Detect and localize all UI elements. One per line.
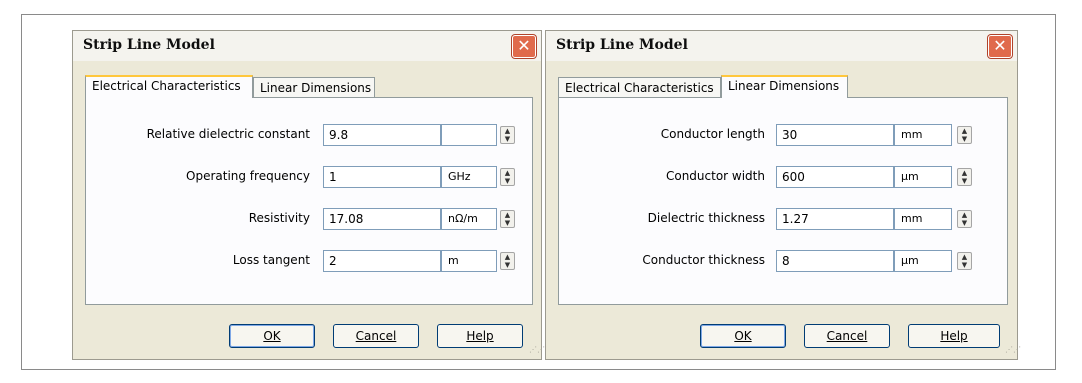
field-row: Conductor length 30 mm ▲ ▼ <box>559 124 1007 146</box>
ok-button[interactable]: OK <box>700 324 786 348</box>
tab-electrical-characteristics[interactable]: Electrical Characteristics <box>558 77 721 97</box>
field-row: Operating frequency 1 GHz ▲ ▼ <box>86 166 532 188</box>
conductor-width-input[interactable]: 600 <box>776 166 894 188</box>
unit-select[interactable]: mm <box>894 208 952 230</box>
loss-tangent-input[interactable]: 2 <box>323 250 441 272</box>
conductor-thickness-input[interactable]: 8 <box>776 250 894 272</box>
spinner-icon[interactable]: ▲ ▼ <box>957 168 972 186</box>
field-row: Relative dielectric constant 9.8 ▲ ▼ <box>86 124 532 146</box>
unit-select[interactable]: nΩ/m <box>441 208 497 230</box>
operating-frequency-input[interactable]: 1 <box>323 166 441 188</box>
field-label: Loss tangent <box>232 253 310 267</box>
relative-dielectric-constant-input[interactable]: 9.8 <box>323 124 441 146</box>
field-row: Loss tangent 2 m ▲ ▼ <box>86 250 532 272</box>
unit-select[interactable]: m <box>441 250 497 272</box>
field-label: Conductor width <box>665 169 765 183</box>
tab-linear-dimensions[interactable]: Linear Dimensions <box>721 75 848 98</box>
title-bar: Strip Line Model ✕ <box>546 31 1017 61</box>
strip-line-dialog-electrical: Strip Line Model ✕ Electrical Characteri… <box>72 30 545 360</box>
dielectric-thickness-input[interactable]: 1.27 <box>776 208 894 230</box>
tab-electrical-characteristics[interactable]: Electrical Characteristics <box>85 75 253 98</box>
close-icon[interactable]: ✕ <box>988 35 1012 58</box>
field-label: Operating frequency <box>186 169 310 183</box>
field-label: Relative dielectric constant <box>146 127 310 141</box>
resistivity-input[interactable]: 17.08 <box>323 208 441 230</box>
unit-select[interactable]: µm <box>894 166 952 188</box>
dialog-title: Strip Line Model <box>83 37 215 53</box>
spinner-icon[interactable]: ▲ ▼ <box>957 126 972 144</box>
spinner-icon[interactable]: ▲ ▼ <box>957 252 972 270</box>
field-row: Dielectric thickness 1.27 mm ▲ ▼ <box>559 208 1007 230</box>
ok-button[interactable]: OK <box>229 324 315 348</box>
unit-select[interactable] <box>441 124 497 146</box>
field-label: Conductor thickness <box>642 253 765 267</box>
spinner-icon[interactable]: ▲ ▼ <box>500 210 515 228</box>
cancel-button[interactable]: Cancel <box>333 324 419 348</box>
field-label: Conductor length <box>660 127 765 141</box>
dialog-title: Strip Line Model <box>556 37 688 53</box>
resize-grip-icon[interactable]: ⋰⋰ <box>1005 346 1021 357</box>
field-row: Conductor thickness 8 µm ▲ ▼ <box>559 250 1007 272</box>
title-bar: Strip Line Model ✕ <box>73 31 541 61</box>
help-button[interactable]: Help <box>437 324 523 348</box>
resize-grip-icon[interactable]: ⋰⋰ <box>529 346 545 357</box>
field-label: Resistivity <box>248 211 310 225</box>
spinner-icon[interactable]: ▲ ▼ <box>957 210 972 228</box>
field-label: Dielectric thickness <box>647 211 765 225</box>
spinner-icon[interactable]: ▲ ▼ <box>500 252 515 270</box>
field-row: Conductor width 600 µm ▲ ▼ <box>559 166 1007 188</box>
field-row: Resistivity 17.08 nΩ/m ▲ ▼ <box>86 208 532 230</box>
close-icon[interactable]: ✕ <box>512 35 536 58</box>
unit-select[interactable]: mm <box>894 124 952 146</box>
tab-panel: Relative dielectric constant 9.8 ▲ ▼ Oper… <box>85 97 533 305</box>
strip-line-dialog-linear: Strip Line Model ✕ Electrical Characteri… <box>545 30 1021 360</box>
cancel-button[interactable]: Cancel <box>804 324 890 348</box>
spinner-icon[interactable]: ▲ ▼ <box>500 126 515 144</box>
conductor-length-input[interactable]: 30 <box>776 124 894 146</box>
unit-select[interactable]: GHz <box>441 166 497 188</box>
help-button[interactable]: Help <box>908 324 1000 348</box>
tab-panel: Conductor length 30 mm ▲ ▼ Conductor widt… <box>558 97 1008 305</box>
spinner-icon[interactable]: ▲ ▼ <box>500 168 515 186</box>
unit-select[interactable]: µm <box>894 250 952 272</box>
tab-linear-dimensions[interactable]: Linear Dimensions <box>253 77 375 97</box>
